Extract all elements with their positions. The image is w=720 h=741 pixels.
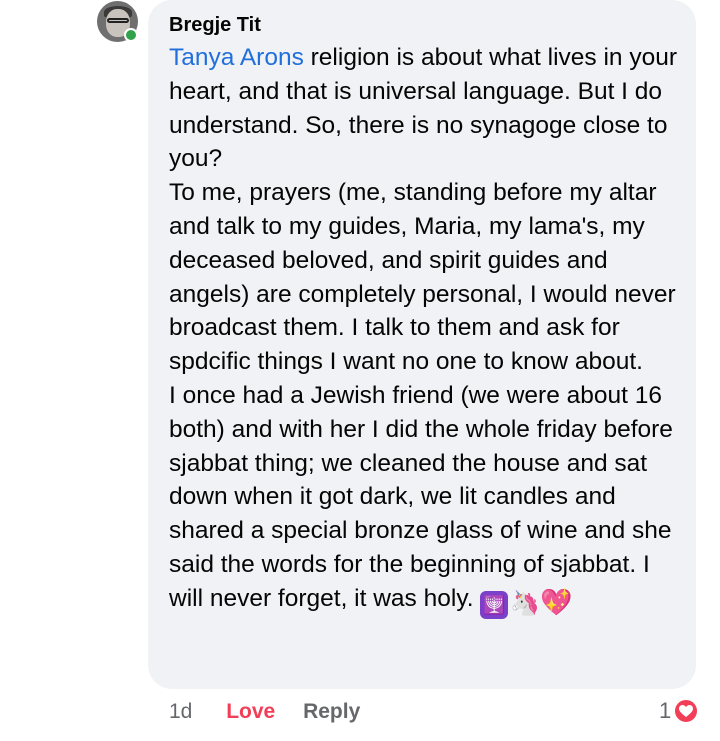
heart-icon [679, 705, 694, 717]
comment-paragraph-2: To me, prayers (me, standing before my a… [169, 179, 676, 376]
reaction-summary[interactable]: 1 [659, 697, 700, 725]
sparkling-heart-emoji-icon: 💖 [540, 586, 573, 617]
comment-actions: 1d Love Reply [169, 698, 382, 726]
comment-text-3: I once had a Jewish friend (we were abou… [169, 381, 673, 612]
mention-link[interactable]: Tanya Arons [169, 44, 304, 71]
unicorn-emoji-icon: 🦄 [510, 589, 541, 617]
online-status-icon [124, 28, 138, 42]
comment-paragraph-1: Tanya Arons religion is about what lives… [169, 41, 678, 176]
comment-body: Tanya Arons religion is about what lives… [169, 41, 678, 619]
comment-timestamp[interactable]: 1d [169, 700, 192, 723]
comment-paragraph-3: I once had a Jewish friend (we were abou… [169, 379, 678, 619]
avatar-glasses [107, 18, 129, 23]
comment-bubble: Bregje Tit Tanya Arons religion is about… [148, 0, 696, 689]
love-button[interactable]: Love [226, 700, 275, 723]
reply-button[interactable]: Reply [303, 700, 360, 723]
comment-author[interactable]: Bregje Tit [169, 12, 678, 38]
menorah-emoji-icon: 🕎 [480, 590, 509, 619]
reaction-count: 1 [659, 698, 672, 723]
heart-reaction-icon [673, 698, 700, 724]
